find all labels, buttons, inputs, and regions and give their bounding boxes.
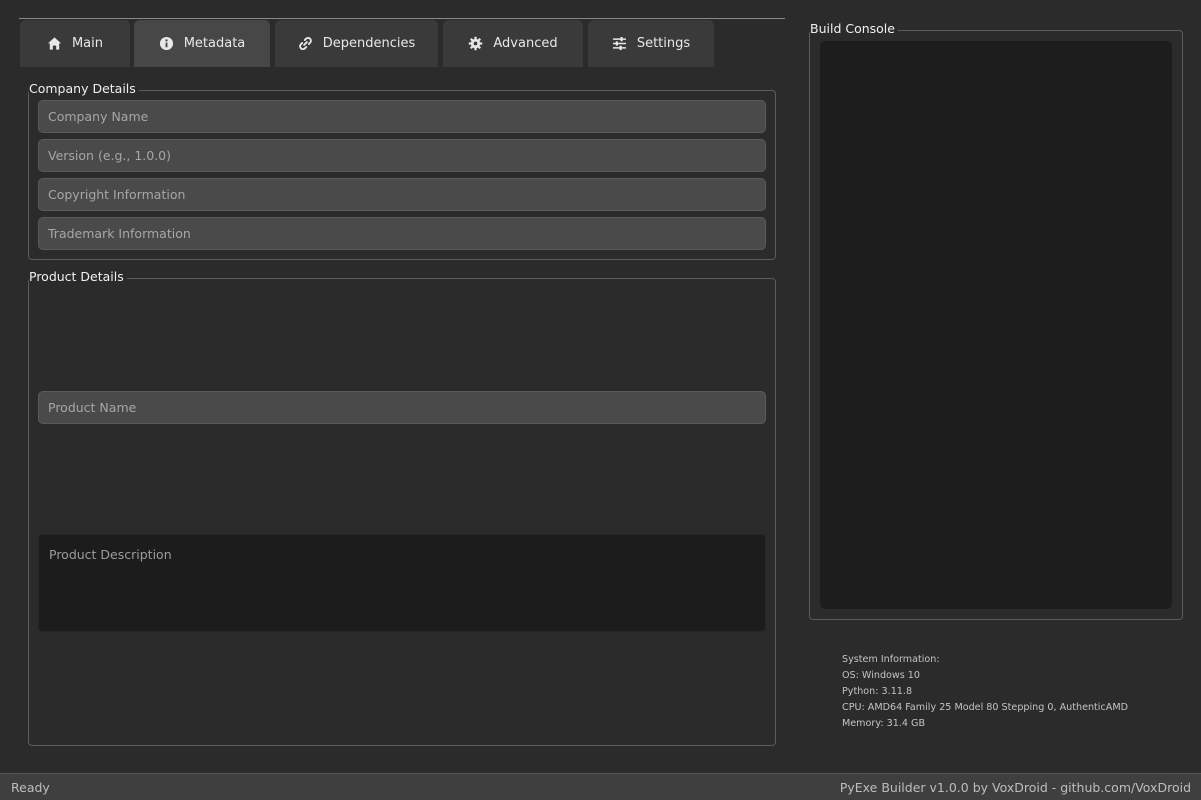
tab-label: Metadata (183, 36, 246, 51)
home-icon (47, 37, 62, 50)
tab-label: Settings (636, 36, 691, 51)
sliders-icon (612, 36, 626, 51)
status-bar: Ready PyExe Builder v1.0.0 by VoxDroid -… (0, 773, 1201, 800)
tab-label: Advanced (493, 36, 558, 51)
product-name-input[interactable]: Product Name (38, 391, 766, 424)
copyright-input[interactable]: Copyright Information (38, 178, 766, 211)
version-input[interactable]: Version (e.g., 1.0.0) (38, 139, 766, 172)
product-details-title: Product Details (29, 270, 127, 284)
app-credit: PyExe Builder v1.0.0 by VoxDroid - githu… (839, 780, 1191, 795)
tab-metadata[interactable]: Metadata (134, 20, 271, 67)
company-details-title: Company Details (29, 82, 139, 96)
app-window: Main Metadata Dependencies Advanced Sett… (0, 0, 1201, 800)
build-console-output[interactable] (820, 41, 1172, 609)
tab-advanced[interactable]: Advanced (443, 20, 584, 67)
product-description-textarea[interactable]: Product Description (38, 534, 766, 632)
tab-dependencies[interactable]: Dependencies (275, 20, 439, 67)
tab-label: Main (71, 36, 104, 51)
build-console-title: Build Console (810, 22, 898, 36)
trademark-input[interactable]: Trademark Information (38, 217, 766, 250)
info-icon (159, 36, 173, 51)
sysinfo-cpu: CPU: AMD64 Family 25 Model 80 Stepping 0… (842, 702, 1128, 713)
link-icon (298, 36, 312, 51)
tab-bar-line (19, 18, 785, 19)
system-information: System Information: OS: Windows 10 Pytho… (842, 652, 1128, 732)
sysinfo-python: Python: 3.11.8 (842, 686, 913, 697)
company-name-input[interactable]: Company Name (38, 100, 766, 133)
status-text: Ready (11, 780, 50, 795)
product-details-group (28, 278, 776, 746)
tab-label: Dependencies (322, 36, 416, 51)
tab-settings[interactable]: Settings (588, 20, 715, 67)
sysinfo-header: System Information: (842, 654, 940, 665)
sysinfo-os: OS: Windows 10 (842, 670, 921, 681)
gear-icon (469, 36, 483, 51)
sysinfo-memory: Memory: 31.4 GB (842, 718, 926, 729)
tab-main[interactable]: Main (20, 20, 131, 67)
